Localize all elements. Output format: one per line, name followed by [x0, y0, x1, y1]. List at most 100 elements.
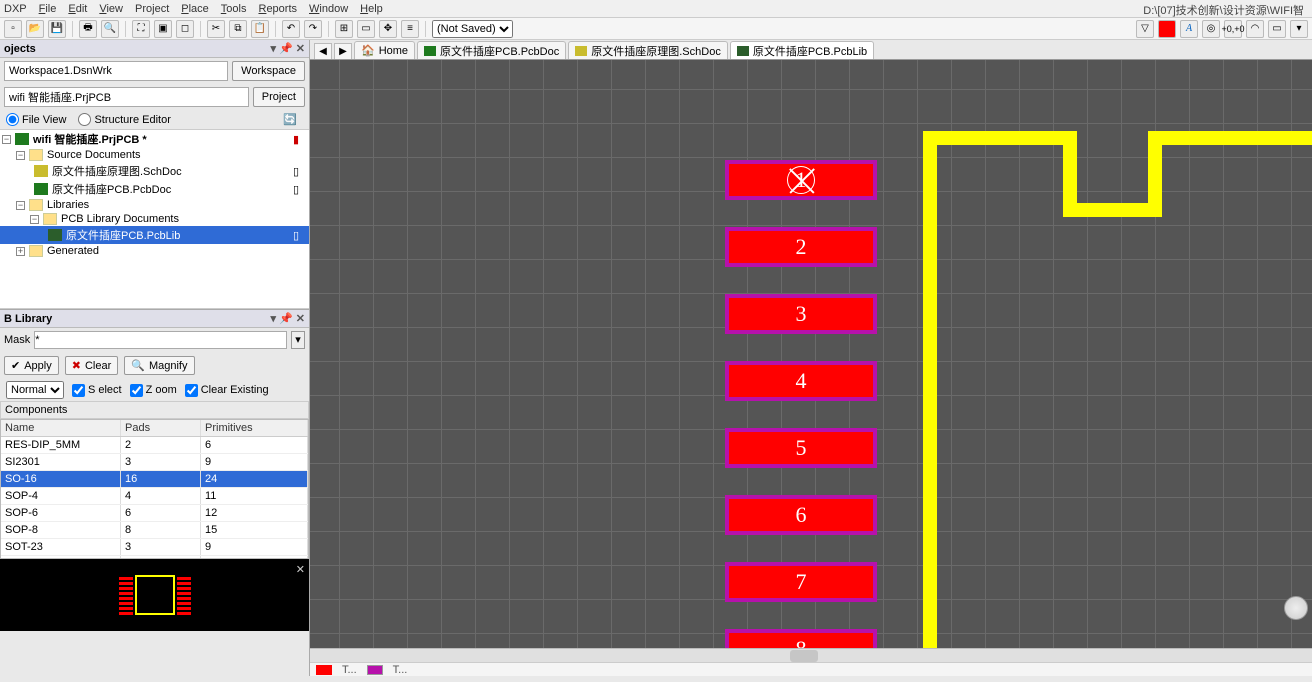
tab-nav-back-icon[interactable]: ◀ [314, 43, 332, 59]
pad-4[interactable]: 4 [725, 361, 877, 401]
toolbar-arc-icon[interactable]: ◠ [1246, 20, 1264, 38]
menu-view[interactable]: View [99, 3, 123, 15]
components-grid[interactable]: Name Pads Primitives RES-DIP_5MM26SI2301… [0, 419, 309, 559]
menu-edit[interactable]: Edit [68, 3, 87, 15]
menu-window[interactable]: Window [309, 3, 348, 15]
table-row[interactable]: SOP-8815 [1, 522, 308, 539]
toolbar-more-icon[interactable]: ▾ [1290, 20, 1308, 38]
table-row[interactable]: SO-161624 [1, 471, 308, 488]
toolbar-string-icon[interactable]: A [1180, 20, 1198, 38]
clear-button[interactable]: ✖Clear [65, 356, 119, 375]
magnify-icon: 🔍 [131, 359, 145, 372]
pin-icon[interactable]: ▾ 📌 ✕ [270, 42, 305, 55]
table-row[interactable]: SOP-6612 [1, 505, 308, 522]
toolbar-align-icon[interactable]: ≡ [401, 20, 419, 38]
check-icon: ✔ [11, 359, 20, 372]
menu-dxp[interactable]: DXP [4, 3, 27, 15]
file-path-text: D:\[07]技术创新\设计资源\WIFI智 [1143, 2, 1304, 18]
toolbar-copy-icon[interactable]: ⧉ [229, 20, 247, 38]
toolbar-paste-icon[interactable]: 📋 [251, 20, 269, 38]
toolbar-grid-icon[interactable]: ⊞ [335, 20, 353, 38]
structure-editor-radio[interactable]: Structure Editor [78, 113, 170, 126]
doc-icon: ▯ [293, 229, 305, 242]
mask-dropdown-icon[interactable]: ▾ [291, 331, 305, 349]
document-tabs: ◀ ▶ 🏠Home 原文件插座PCB.PcbDoc 原文件插座原理图.SchDo… [310, 40, 1312, 60]
magnify-button[interactable]: 🔍Magnify [124, 356, 194, 375]
menu-reports[interactable]: Reports [258, 3, 297, 15]
toolbar-pad-icon[interactable]: ◎ [1202, 20, 1220, 38]
tab-schdoc[interactable]: 原文件插座原理图.SchDoc [568, 41, 728, 59]
file-view-radio[interactable]: File View [6, 113, 66, 126]
mode-select[interactable]: Normal [6, 381, 64, 399]
pad-1[interactable]: 1 [725, 160, 877, 200]
pcb-canvas[interactable]: 12345678161514131211109 [310, 60, 1312, 648]
toolbar-move-icon[interactable]: ✥ [379, 20, 397, 38]
pad-5[interactable]: 5 [725, 428, 877, 468]
table-row[interactable]: RES-DIP_5MM26 [1, 437, 308, 454]
view-control-button[interactable] [1284, 596, 1308, 620]
toolbar-filter-icon[interactable]: ▽ [1136, 20, 1154, 38]
home-icon: 🏠 [361, 44, 375, 57]
mask-input[interactable] [34, 331, 287, 349]
toolbar-preview-icon[interactable]: 🔍 [101, 20, 119, 38]
workspace-input[interactable] [4, 61, 228, 81]
workspace-button[interactable]: Workspace [232, 61, 305, 81]
select-check[interactable]: Select [72, 384, 122, 397]
pcblib-panel-header: B Library▾ 📌 ✕ [0, 310, 309, 328]
pad-7[interactable]: 7 [725, 562, 877, 602]
menu-tools[interactable]: Tools [221, 3, 247, 15]
zoom-check[interactable]: Zoom [130, 384, 177, 397]
toolbar-select-icon[interactable]: ▭ [357, 20, 375, 38]
toolbar-rect-icon[interactable]: ▭ [1268, 20, 1286, 38]
toolbar-new-icon[interactable]: ▫ [4, 20, 22, 38]
component-outline [910, 130, 1312, 648]
table-row[interactable]: SI230139 [1, 454, 308, 471]
menu-help[interactable]: Help [360, 3, 383, 15]
apply-button[interactable]: ✔Apply [4, 356, 59, 375]
project-input[interactable] [4, 87, 249, 107]
table-row[interactable]: SOP-4411 [1, 488, 308, 505]
toolbar-print-icon[interactable]: 🖶 [79, 20, 97, 38]
tab-nav-fwd-icon[interactable]: ▶ [334, 43, 352, 59]
pin-icon[interactable]: ▾ 📌 ✕ [270, 312, 305, 325]
pad-8[interactable]: 8 [725, 629, 877, 648]
menu-bar: DXP File Edit View Project Place Tools R… [0, 0, 1312, 18]
pad-6[interactable]: 6 [725, 495, 877, 535]
tab-home[interactable]: 🏠Home [354, 41, 415, 59]
x-icon: ✖ [72, 359, 81, 372]
doc-status-dropdown[interactable]: (Not Saved) [432, 20, 513, 38]
projects-panel-header: ojects▾ 📌 ✕ [0, 40, 309, 58]
toolbar-undo-icon[interactable]: ↶ [282, 20, 300, 38]
doc-dirty-icon: ▮ [293, 133, 305, 146]
toolbar-layer-icon[interactable] [1158, 20, 1176, 38]
table-row[interactable]: SOT-2339 [1, 539, 308, 556]
left-sidebar: ojects▾ 📌 ✕ Workspace Project File View … [0, 40, 310, 676]
tree-item-pcblib[interactable]: 原文件插座PCB.PcbLib▯ [0, 226, 309, 244]
preview-close-icon[interactable]: ✕ [296, 563, 305, 576]
toolbar-zoom-sel-icon[interactable]: ◻ [176, 20, 194, 38]
pad-2[interactable]: 2 [725, 227, 877, 267]
toolbar-zoom-area-icon[interactable]: ⛶ [132, 20, 150, 38]
mask-label: Mask [4, 334, 30, 346]
clear-existing-check[interactable]: Clear Existing [185, 384, 269, 397]
toolbar-cut-icon[interactable]: ✂ [207, 20, 225, 38]
refresh-icon[interactable]: 🔄 [283, 113, 303, 126]
tab-pcblib[interactable]: 原文件插座PCB.PcbLib [730, 41, 874, 59]
project-tree[interactable]: −wifi 智能插座.PrjPCB *▮ −Source Documents 原… [0, 129, 309, 309]
menu-place[interactable]: Place [181, 3, 209, 15]
origin-marker-icon [787, 166, 815, 194]
tab-pcbdoc[interactable]: 原文件插座PCB.PcbDoc [417, 41, 566, 59]
horizontal-scrollbar[interactable] [310, 648, 1312, 662]
menu-project[interactable]: Project [135, 3, 169, 15]
toolbar-zoom-fit-icon[interactable]: ▣ [154, 20, 172, 38]
pad-3[interactable]: 3 [725, 294, 877, 334]
toolbar-open-icon[interactable]: 📂 [26, 20, 44, 38]
toolbar-save-icon[interactable]: 💾 [48, 20, 66, 38]
project-button[interactable]: Project [253, 87, 305, 107]
toolbar-config-icon[interactable]: +0,+0 [1224, 20, 1242, 38]
work-area: ◀ ▶ 🏠Home 原文件插座PCB.PcbDoc 原文件插座原理图.SchDo… [310, 40, 1312, 676]
components-header: Components [0, 401, 309, 419]
toolbar-redo-icon[interactable]: ↷ [304, 20, 322, 38]
menu-file[interactable]: File [39, 3, 57, 15]
component-preview: ✕ [0, 559, 309, 631]
